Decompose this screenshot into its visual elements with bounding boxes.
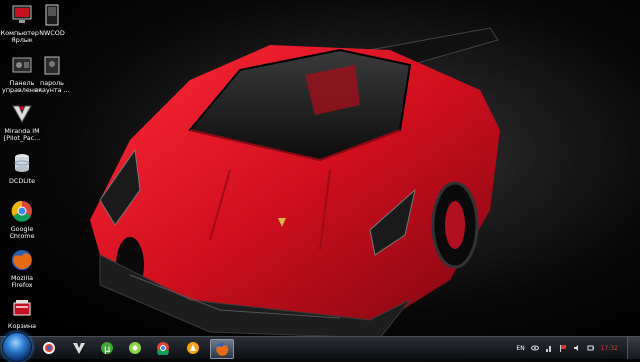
aimp-icon [187,342,199,354]
desktop-icon-label: Корзина [7,322,37,330]
desktop-icon-dcdlite[interactable]: DCDLite [0,150,44,185]
taskbar-app-aimp[interactable] [182,339,204,357]
firefox-icon [9,247,35,273]
desktop-icon-label: пароль акаунта ... [34,79,70,95]
password-icon [39,52,65,78]
taskbar-app-icq[interactable] [124,339,146,357]
desktop-icon-chrome[interactable]: Google Chrome [0,198,44,240]
language-indicator[interactable]: EN [516,345,524,352]
media-player-icon [43,342,55,354]
taskbar-app-media-player[interactable] [38,339,60,357]
system-tray: EN 17:32 [516,337,618,359]
desktop-icon-label: NWCOD [39,29,65,37]
nwcod-icon [39,2,65,28]
flag-icon[interactable] [559,344,567,352]
desktop-icon-label: Mozilla Firefox [10,274,34,290]
miranda-icon [73,343,85,354]
taskbar-app-utorrent[interactable]: µ [96,339,118,357]
chrome-icon [157,342,169,355]
database-icon [9,150,35,176]
icq-icon [129,342,141,354]
eye-icon[interactable] [530,344,539,352]
desktop-icon-miranda[interactable]: Miranda IM [Pilot_Pac... [0,100,44,142]
volume-icon[interactable] [573,344,581,352]
power-icon[interactable] [587,344,595,352]
taskbar-app-miranda[interactable] [68,339,90,357]
desktop-icon-label: Miranda IM [Pilot_Pac... [3,127,41,143]
desktop-icon-recycle-bin[interactable]: Корзина [0,295,44,330]
clock[interactable]: 17:32 [601,345,618,352]
network-icon[interactable] [545,344,553,352]
desktop-icon-nwcod[interactable]: NWCOD [30,2,74,37]
chrome-icon [9,198,35,224]
desktop-icon-label: DCDLite [8,177,36,185]
utorrent-icon: µ [101,342,113,355]
miranda-icon [9,100,35,126]
taskbar: µ EN 17:32 [0,332,640,362]
desktop-icon-label: Google Chrome [9,225,35,241]
start-button[interactable] [2,332,32,362]
wallpaper-car [90,27,500,339]
taskbar-app-firefox[interactable] [210,339,234,359]
recycle-bin-icon [9,295,35,321]
svg-text:µ: µ [104,344,111,355]
firefox-icon [216,343,229,356]
show-desktop-button[interactable] [627,337,640,359]
taskbar-app-chrome[interactable] [152,339,174,357]
desktop-icon-firefox[interactable]: Mozilla Firefox [0,247,44,289]
desktop-icon-password[interactable]: пароль акаунта ... [30,52,74,94]
